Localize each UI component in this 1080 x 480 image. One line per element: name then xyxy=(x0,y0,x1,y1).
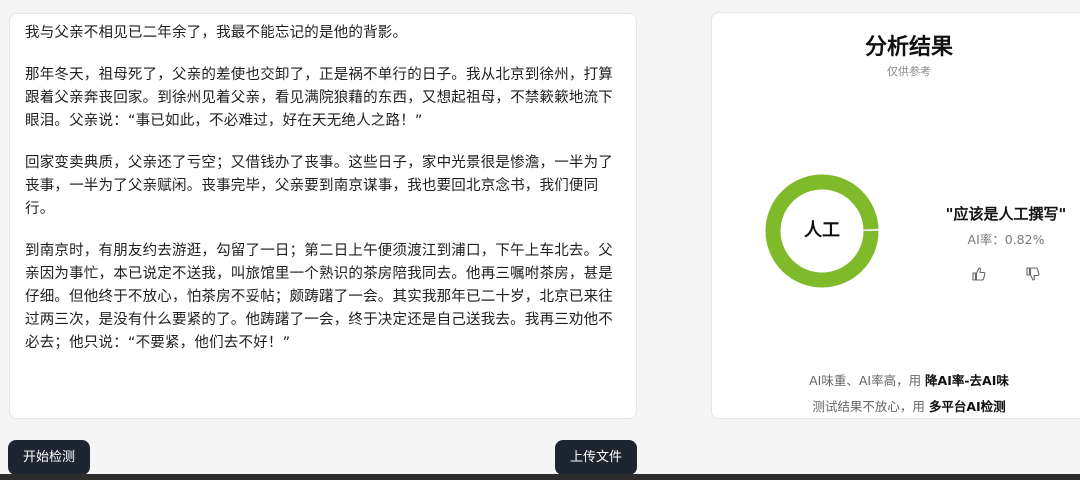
reduce-ai-link[interactable]: 降AI率-去AI味 xyxy=(925,373,1009,388)
upload-file-button[interactable]: 上传文件 xyxy=(555,440,637,475)
tip1-prefix: AI味重、AI率高，用 xyxy=(809,373,926,388)
paragraph-1: 我与父亲不相见已二年余了，我最不能忘记的是他的背影。 xyxy=(25,25,408,41)
result-panel: 分析结果 仅供参考 人工 "应该是人工撰写" AI率：0.82% AI味重、AI… xyxy=(711,12,1080,419)
result-title: 分析结果 xyxy=(864,35,953,60)
thumbs-down-icon[interactable] xyxy=(1025,266,1041,282)
verdict-text: "应该是人工撰写" xyxy=(945,205,1067,223)
start-detect-button[interactable]: 开始检测 xyxy=(8,440,90,475)
thumbs-up-icon[interactable] xyxy=(971,266,987,282)
human-ratio-donut: 人工 xyxy=(764,173,880,289)
tip-multi-platform: 测试结果不放心，用 多平台AI检测 xyxy=(712,396,1080,415)
paragraph-4: 到南京时，有朋友约去游逛，勾留了一日；第二日上午便须渡江到浦口，下午上车北去。父… xyxy=(25,243,613,351)
tip2-prefix: 测试结果不放心，用 xyxy=(812,399,929,414)
paragraph-3: 回家变卖典质，父亲还了亏空；又借钱办了丧事。这些日子，家中光景很是惨澹，一半为了… xyxy=(25,155,613,217)
paragraph-2: 那年冬天，祖母死了，父亲的差使也交卸了，正是祸不单行的日子。我从北京到徐州，打算… xyxy=(25,67,613,129)
page: 我与父亲不相见已二年余了，我最不能忘记的是他的背影。 那年冬天，祖母死了，父亲的… xyxy=(0,0,1080,480)
result-subtitle: 仅供参考 xyxy=(887,65,931,78)
multi-platform-detect-link[interactable]: 多平台AI检测 xyxy=(929,399,1006,414)
donut-label: 人工 xyxy=(804,220,840,241)
tip-reduce-ai: AI味重、AI率高，用 降AI率-去AI味 xyxy=(712,370,1080,389)
feedback-buttons xyxy=(971,266,1041,282)
window-bottom-edge xyxy=(0,474,1080,480)
ai-rate-text: AI率：0.82% xyxy=(967,232,1045,247)
text-input-area[interactable]: 我与父亲不相见已二年余了，我最不能忘记的是他的背影。 那年冬天，祖母死了，父亲的… xyxy=(9,13,637,419)
